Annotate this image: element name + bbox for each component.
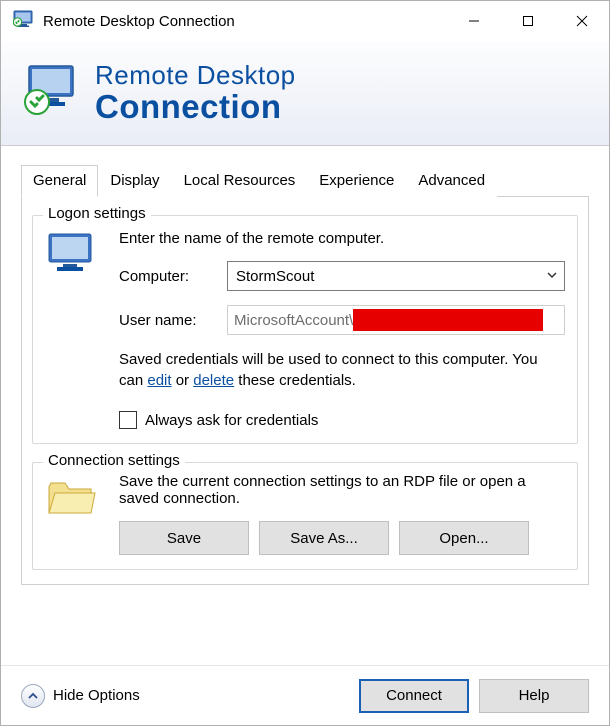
tab-display[interactable]: Display <box>98 165 171 197</box>
edit-credentials-link[interactable]: edit <box>147 372 171 389</box>
minimize-button[interactable] <box>447 1 501 41</box>
logon-instruction: Enter the name of the remote computer. <box>119 230 565 247</box>
banner-title-line2: Connection <box>95 89 296 125</box>
content-area: General Display Local Resources Experien… <box>1 146 609 665</box>
username-label: User name: <box>119 312 227 329</box>
connection-settings-legend: Connection settings <box>43 452 185 469</box>
username-value: MicrosoftAccount\ <box>234 312 353 329</box>
help-button[interactable]: Help <box>479 679 589 713</box>
connect-button[interactable]: Connect <box>359 679 469 713</box>
window: Remote Desktop Connection Remote Desktop… <box>0 0 610 726</box>
save-button[interactable]: Save <box>119 521 249 555</box>
logon-settings-group: Logon settings Enter the name of the rem… <box>32 215 578 444</box>
computer-combo[interactable]: StormScout <box>227 261 565 291</box>
banner: Remote Desktop Connection <box>1 41 609 146</box>
saved-credentials-text: Saved credentials will be used to connec… <box>119 349 565 391</box>
tab-experience[interactable]: Experience <box>307 165 406 197</box>
close-button[interactable] <box>555 1 609 41</box>
tab-panel-general: Logon settings Enter the name of the rem… <box>21 197 589 585</box>
window-title: Remote Desktop Connection <box>43 13 447 30</box>
tab-local-resources[interactable]: Local Resources <box>172 165 308 197</box>
hide-options-toggle[interactable] <box>21 684 45 708</box>
chevron-up-icon <box>27 690 39 702</box>
chevron-down-icon <box>545 268 559 286</box>
computer-value: StormScout <box>236 268 314 285</box>
banner-title-line1: Remote Desktop <box>95 61 296 90</box>
tab-strip: General Display Local Resources Experien… <box>21 164 589 197</box>
tab-advanced[interactable]: Advanced <box>406 165 497 197</box>
maximize-button[interactable] <box>501 1 555 41</box>
open-button[interactable]: Open... <box>399 521 529 555</box>
username-redacted <box>353 309 543 331</box>
rdc-app-icon <box>13 9 33 33</box>
logon-settings-legend: Logon settings <box>43 205 151 222</box>
folder-icon <box>45 475 113 555</box>
computer-label: Computer: <box>119 268 227 285</box>
footer: Hide Options Connect Help <box>1 665 609 725</box>
titlebar: Remote Desktop Connection <box>1 1 609 41</box>
always-ask-checkbox[interactable] <box>119 411 137 429</box>
connection-instruction: Save the current connection settings to … <box>119 473 565 507</box>
rdc-banner-icon <box>23 62 81 124</box>
username-field[interactable]: MicrosoftAccount\ <box>227 305 565 335</box>
always-ask-label: Always ask for credentials <box>145 412 318 429</box>
hide-options-label: Hide Options <box>53 687 140 704</box>
monitor-icon <box>45 230 113 429</box>
connection-settings-group: Connection settings Save the current con… <box>32 462 578 570</box>
tab-general[interactable]: General <box>21 165 98 197</box>
delete-credentials-link[interactable]: delete <box>193 372 234 389</box>
save-as-button[interactable]: Save As... <box>259 521 389 555</box>
